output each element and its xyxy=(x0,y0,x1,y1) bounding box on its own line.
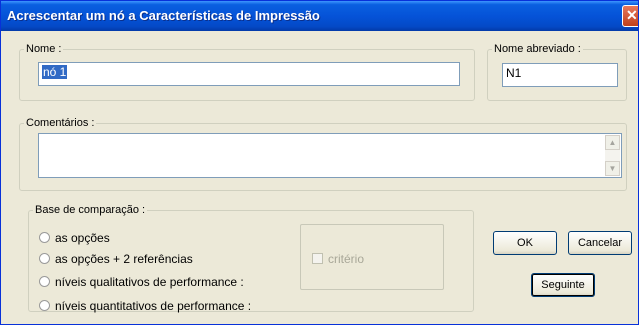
criterio-label: critério xyxy=(328,252,365,266)
checkbox-icon[interactable] xyxy=(312,253,323,264)
nome-abreviado-input[interactable]: N1 xyxy=(502,63,618,87)
radio-as-opcoes[interactable]: as opções xyxy=(39,231,110,249)
scroll-up-icon[interactable]: ▲ xyxy=(605,135,620,150)
close-button[interactable]: ✕ xyxy=(622,5,638,27)
close-icon: ✕ xyxy=(626,7,638,23)
comentarios-scrollbar[interactable]: ▲ ▼ xyxy=(605,135,620,176)
comentarios-label: Comentários : xyxy=(26,117,95,129)
radio-circle-icon[interactable] xyxy=(39,232,50,243)
radio-label: níveis quantitativos de performance : xyxy=(55,299,252,313)
nome-input[interactable]: nó 1 xyxy=(38,62,460,86)
radio-circle-icon[interactable] xyxy=(39,253,50,264)
radio-label: as opções xyxy=(55,231,110,245)
radio-circle-icon[interactable] xyxy=(39,276,50,287)
seguinte-button[interactable]: Seguinte xyxy=(531,273,595,297)
nome-abreviado-label: Nome abreviado : xyxy=(494,43,581,55)
comentarios-textarea[interactable]: ▲ ▼ xyxy=(38,133,622,178)
cancelar-button[interactable]: Cancelar xyxy=(568,231,632,255)
nome-label: Nome : xyxy=(26,43,62,55)
ok-button[interactable]: OK xyxy=(493,231,557,255)
base-comparacao-label: Base de comparação : xyxy=(35,204,146,216)
criterio-panel: critério xyxy=(300,224,444,290)
nome-value: nó 1 xyxy=(42,65,68,79)
radio-label: níveis qualitativos de performance : xyxy=(55,275,244,289)
radio-circle-icon[interactable] xyxy=(39,300,50,311)
window-title: Acrescentar um nó a Características de I… xyxy=(7,8,320,23)
scroll-down-icon[interactable]: ▼ xyxy=(605,161,620,176)
nome-abreviado-value: N1 xyxy=(506,66,522,80)
criterio-checkbox[interactable]: critério xyxy=(312,252,364,266)
radio-label: as opções + 2 referências xyxy=(55,252,193,266)
radio-as-opcoes-referencias[interactable]: as opções + 2 referências xyxy=(39,252,193,270)
dialog-window: Acrescentar um nó a Características de I… xyxy=(0,0,639,325)
radio-niveis-quantitativos[interactable]: níveis quantitativos de performance : xyxy=(39,299,251,317)
title-bar[interactable]: Acrescentar um nó a Características de I… xyxy=(1,1,638,31)
radio-niveis-qualitativos[interactable]: níveis qualitativos de performance : xyxy=(39,275,244,293)
